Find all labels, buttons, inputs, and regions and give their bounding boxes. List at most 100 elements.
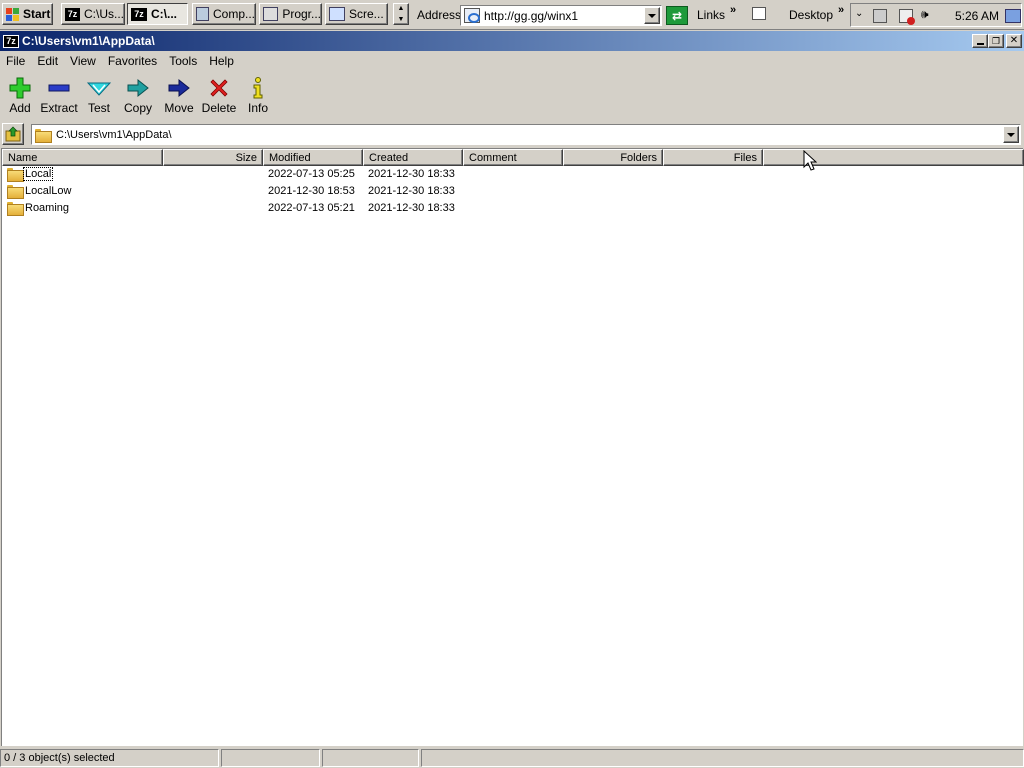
taskbar-button-computer[interactable]: Comp... [192, 3, 256, 25]
computer-icon [196, 7, 209, 21]
add-button[interactable]: Add [0, 73, 40, 119]
menu-file[interactable]: File [0, 54, 31, 68]
taskbar: Start 7z C:\Us... 7z C:\... Comp... Prog… [0, 0, 1024, 30]
taskbar-button-programs[interactable]: Progr... [259, 3, 322, 25]
chevron-down-icon [648, 13, 656, 18]
item-name: Local [22, 167, 54, 181]
links-label[interactable]: Links [697, 8, 725, 22]
copy-label: Copy [123, 101, 152, 115]
copy-icon [127, 78, 149, 98]
menu-edit[interactable]: Edit [31, 54, 64, 68]
taskbar-button-7zip-1[interactable]: 7z C:\Us... [61, 3, 125, 25]
column-header-name[interactable]: Name [2, 149, 163, 166]
taskbar-button-label: Scre... [349, 7, 384, 21]
windows-logo-icon [6, 7, 20, 21]
status-selection: 0 / 3 object(s) selected [0, 749, 219, 767]
item-modified: 2022-07-13 05:21 [268, 202, 355, 214]
close-button[interactable]: ✕ [1006, 34, 1022, 48]
window-title: C:\Users\vm1\AppData\ [22, 34, 155, 48]
item-modified: 2021-12-30 18:53 [268, 185, 355, 197]
taskbar-button-7zip-2[interactable]: 7z C:\... [127, 3, 188, 25]
column-header-filler [763, 149, 1024, 166]
test-label: Test [87, 101, 110, 115]
taskbar-button-label: C:\Us... [83, 7, 124, 21]
go-button[interactable]: ⇄ [666, 6, 688, 25]
7zip-icon: 7z [65, 7, 80, 21]
restore-button[interactable]: ❐ [988, 34, 1004, 48]
restore-icon: ❐ [991, 35, 1001, 46]
7zip-icon: 7z [131, 7, 147, 21]
screen-icon [329, 7, 345, 21]
add-label: Add [9, 101, 31, 115]
path-bar: C:\Users\vm1\AppData\ [0, 122, 1024, 146]
move-icon [168, 78, 190, 98]
folder-icon [7, 185, 24, 199]
delete-label: Delete [201, 101, 237, 115]
toolbar: Add Extract Test Copy Move Delete Info [0, 73, 1024, 119]
desktop-chevron-icon[interactable]: » [838, 4, 844, 16]
delete-button[interactable]: Delete [199, 73, 239, 119]
address-input[interactable]: http://gg.gg/winx1 [460, 5, 662, 26]
desktop-label[interactable]: Desktop [789, 8, 833, 22]
menu-help[interactable]: Help [203, 54, 240, 68]
address-label: Address [417, 8, 462, 22]
links-chevron-icon[interactable]: » [730, 4, 736, 16]
info-label: Info [247, 101, 268, 115]
item-name: LocalLow [25, 185, 72, 197]
menu-tools[interactable]: Tools [163, 54, 203, 68]
menu-favorites[interactable]: Favorites [102, 54, 163, 68]
column-header-comment[interactable]: Comment [463, 149, 563, 166]
internet-explorer-icon [464, 8, 480, 23]
folder-icon [7, 168, 24, 182]
close-icon: ✕ [1009, 35, 1019, 46]
taskbar-button-screen[interactable]: Scre... [325, 3, 388, 25]
menu-view[interactable]: View [64, 54, 102, 68]
minimize-icon [976, 43, 984, 45]
clock[interactable]: 5:26 AM [955, 9, 999, 23]
start-button[interactable]: Start [2, 3, 53, 25]
delete-icon [210, 79, 228, 97]
path-input[interactable]: C:\Users\vm1\AppData\ [31, 124, 1021, 145]
programs-icon [263, 7, 279, 21]
move-button[interactable]: Move [159, 73, 199, 119]
copy-button[interactable]: Copy [118, 73, 158, 119]
network-disconnected-icon[interactable] [899, 9, 915, 25]
volume-icon[interactable]: 🕪 [921, 7, 935, 21]
list-item[interactable]: LocalLow 2021-12-30 18:53 2021-12-30 18:… [2, 183, 1023, 200]
column-header-modified[interactable]: Modified [263, 149, 363, 166]
column-header-size[interactable]: Size [163, 149, 263, 166]
extract-button[interactable]: Extract [39, 73, 79, 119]
network-icon[interactable] [873, 9, 887, 23]
list-item[interactable]: Local 2022-07-13 05:25 2021-12-30 18:33 [2, 166, 1023, 183]
go-arrow-icon: ⇄ [671, 8, 683, 23]
taskbar-scroll-buttons[interactable]: ▲ ▼ [393, 3, 409, 25]
test-button[interactable]: Test [79, 73, 119, 119]
info-button[interactable]: Info [238, 73, 278, 119]
list-item[interactable]: Roaming 2022-07-13 05:21 2021-12-30 18:3… [2, 200, 1023, 217]
item-created: 2021-12-30 18:33 [368, 185, 455, 197]
address-value: http://gg.gg/winx1 [484, 8, 579, 23]
taskbar-button-label: C:\... [151, 7, 177, 21]
extract-icon [48, 84, 70, 92]
parent-folder-button[interactable] [2, 123, 24, 145]
folder-icon [7, 202, 24, 216]
address-dropdown-button[interactable] [644, 7, 660, 24]
7zip-file-manager-window: 7z C:\Users\vm1\AppData\ ❐ ✕ File Edit V… [0, 31, 1024, 768]
system-tray: ⌄ 🕪 5:26 AM [850, 3, 1022, 27]
column-header-created[interactable]: Created [363, 149, 463, 166]
column-header-folders[interactable]: Folders [563, 149, 663, 166]
chevron-down-icon [1007, 132, 1015, 137]
file-list[interactable]: Name Size Modified Created Comment Folde… [1, 148, 1024, 746]
show-desktop-icon[interactable] [1005, 9, 1021, 23]
path-dropdown-button[interactable] [1003, 126, 1019, 143]
minimize-button[interactable] [972, 34, 988, 48]
move-label: Move [164, 101, 194, 115]
taskbar-button-label: Progr... [282, 7, 321, 21]
scroll-up-icon[interactable]: ▲ [394, 4, 408, 15]
scroll-down-icon[interactable]: ▼ [394, 15, 408, 26]
tray-chevron-icon[interactable]: ⌄ [855, 8, 869, 22]
links-page-icon[interactable] [752, 7, 766, 20]
column-header: Name Size Modified Created Comment Folde… [2, 149, 1024, 166]
column-header-files[interactable]: Files [663, 149, 763, 166]
title-bar[interactable]: 7z C:\Users\vm1\AppData\ ❐ ✕ [0, 31, 1024, 51]
